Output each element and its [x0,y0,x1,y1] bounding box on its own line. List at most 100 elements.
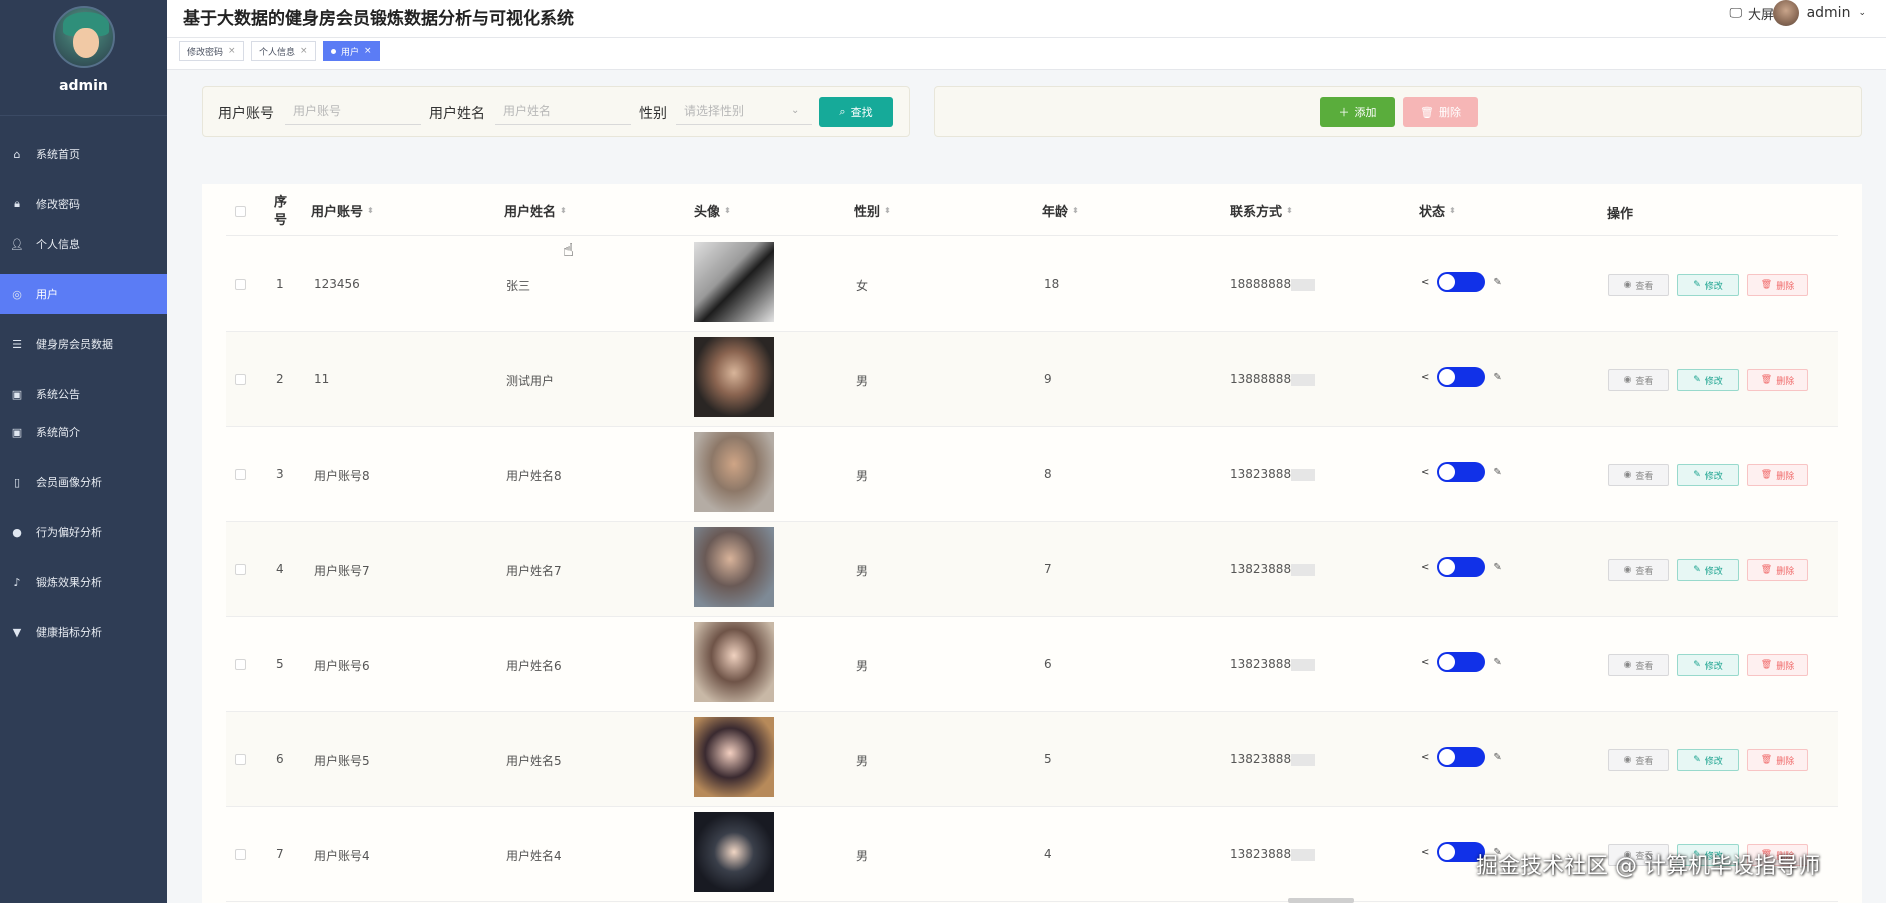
sidebar-item-home[interactable]: ⌂ 系统首页 [0,134,167,174]
header-account[interactable]: 用户账号 ⬍ [311,201,374,220]
share-icon[interactable]: < [1421,372,1429,383]
name-search-input[interactable] [495,97,631,125]
sort-icon[interactable]: ⬍ [1072,206,1079,215]
select-all-checkbox[interactable] [235,206,246,217]
horizontal-scrollbar[interactable] [1288,898,1354,903]
delete-button[interactable]: 🗑︎ 删除 [1747,369,1808,391]
status-toggle[interactable] [1437,747,1486,767]
pen-icon[interactable]: ✎ [1493,562,1501,573]
view-button[interactable]: ◉ 查看 [1608,274,1669,296]
close-icon[interactable]: × [228,46,236,56]
tab-users[interactable]: 用户 × [323,41,380,61]
pen-icon[interactable]: ✎ [1493,277,1501,288]
cell-seq: 1 [276,277,284,291]
profile-avatar[interactable] [52,6,115,68]
close-icon[interactable]: × [364,46,372,56]
sidebar-item-health-index-analysis[interactable]: ▼ 健康指标分析 [0,612,167,652]
close-icon[interactable]: × [300,46,308,56]
search-button[interactable]: ⌕ 查找 [819,97,893,127]
edit-button[interactable]: ✎ 修改 [1677,464,1739,486]
status-toggle[interactable] [1437,652,1486,672]
status-toggle[interactable] [1437,272,1486,292]
delete-button[interactable]: 🗑︎ 删除 [1747,274,1808,296]
sort-icon[interactable]: ⬍ [560,206,567,215]
delete-button[interactable]: 🗑︎ 删除 [1747,559,1808,581]
pen-icon[interactable]: ✎ [1493,372,1501,383]
row-checkbox[interactable] [235,754,246,765]
share-icon[interactable]: < [1421,467,1429,478]
edit-button[interactable]: ✎ 修改 [1677,369,1739,391]
header-status[interactable]: 状态 ⬍ [1419,201,1456,220]
trophy-icon: ▼ [12,625,22,639]
sort-icon[interactable]: ⬍ [1449,206,1456,215]
sort-icon[interactable]: ⬍ [724,206,731,215]
view-button[interactable]: ◉ 查看 [1608,749,1669,771]
share-icon[interactable]: < [1421,277,1429,288]
big-screen-link[interactable]: 🖵︎ 大屏 [1729,4,1774,23]
avatar-photo[interactable] [694,812,774,892]
view-button[interactable]: ◉ 查看 [1608,559,1669,581]
share-icon[interactable]: < [1421,657,1429,668]
pen-icon[interactable]: ✎ [1493,752,1501,763]
row-checkbox[interactable] [235,659,246,670]
sidebar-item-gym-member-data[interactable]: ☰ 健身房会员数据 [0,324,167,364]
row-checkbox[interactable] [235,374,246,385]
status-toggle[interactable] [1437,462,1486,482]
chevron-down-icon[interactable]: ⌄ [791,105,799,116]
sidebar-item-exercise-effect-analysis[interactable]: ♪ 锻炼效果分析 [0,562,167,602]
pen-icon[interactable]: ✎ [1493,467,1501,478]
sidebar-item-about[interactable]: ▣ 系统简介 [0,412,167,452]
header-photo[interactable]: 头像 ⬍ [694,201,731,220]
sort-icon[interactable]: ⬍ [1286,206,1293,215]
header-age[interactable]: 年龄 ⬍ [1042,201,1079,220]
avatar-photo[interactable] [694,337,774,417]
user-menu[interactable]: admin ⌄ [1772,0,1866,26]
edit-button-label: 修改 [1704,756,1723,767]
delete-button[interactable]: 🗑︎ 删除 [1747,654,1808,676]
tab-change-password[interactable]: 修改密码 × [179,41,244,61]
view-button[interactable]: ◉ 查看 [1608,464,1669,486]
avatar-photo[interactable] [694,242,774,322]
bulk-delete-button[interactable]: 🗑︎ 删除 [1403,97,1478,127]
sidebar-item-profile[interactable]: 👤︎ 个人信息 [0,224,167,264]
header-gender[interactable]: 性别 ⬍ [854,201,891,220]
tab-profile[interactable]: 个人信息 × [251,41,316,61]
cell-phone: 13823888 [1230,847,1316,861]
share-icon[interactable]: < [1421,562,1429,573]
sidebar-item-users[interactable]: ◎ 用户 [0,274,167,314]
sort-icon[interactable]: ⬍ [884,206,891,215]
delete-button[interactable]: 🗑︎ 删除 [1747,749,1808,771]
view-button[interactable]: ◉ 查看 [1608,369,1669,391]
share-icon[interactable]: < [1421,752,1429,763]
avatar-photo[interactable] [694,432,774,512]
delete-button[interactable]: 🗑︎ 删除 [1747,464,1808,486]
trash-icon: 🗑︎ [1760,660,1773,670]
view-button[interactable]: ◉ 查看 [1608,654,1669,676]
row-checkbox[interactable] [235,469,246,480]
header-name[interactable]: 用户姓名 ⬍ [504,201,567,220]
edit-button[interactable]: ✎ 修改 [1677,749,1739,771]
delete-button-label: 删除 [1776,471,1795,482]
status-toggle[interactable] [1437,557,1486,577]
row-checkbox[interactable] [235,849,246,860]
avatar-photo[interactable] [694,717,774,797]
sort-icon[interactable]: ⬍ [367,206,374,215]
name-label: 用户姓名 [429,106,485,122]
edit-button[interactable]: ✎ 修改 [1677,654,1739,676]
row-checkbox[interactable] [235,279,246,290]
pen-icon[interactable]: ✎ [1493,657,1501,668]
sidebar-item-change-password[interactable]: 🔒︎ 修改密码 [0,184,167,224]
header-phone[interactable]: 联系方式 ⬍ [1230,201,1293,220]
avatar-photo[interactable] [694,622,774,702]
account-search-input[interactable] [285,97,421,125]
edit-button[interactable]: ✎ 修改 [1677,559,1739,581]
sidebar-item-behavior-analysis[interactable]: ● 行为偏好分析 [0,512,167,552]
sidebar-item-announcements[interactable]: ▣ 系统公告 [0,374,167,414]
sidebar-item-member-profile-analysis[interactable]: ▯ 会员画像分析 [0,462,167,502]
row-checkbox[interactable] [235,564,246,575]
share-icon[interactable]: < [1421,847,1429,858]
status-toggle[interactable] [1437,367,1486,387]
edit-button[interactable]: ✎ 修改 [1677,274,1739,296]
add-button[interactable]: ＋ 添加 [1320,97,1395,127]
avatar-photo[interactable] [694,527,774,607]
